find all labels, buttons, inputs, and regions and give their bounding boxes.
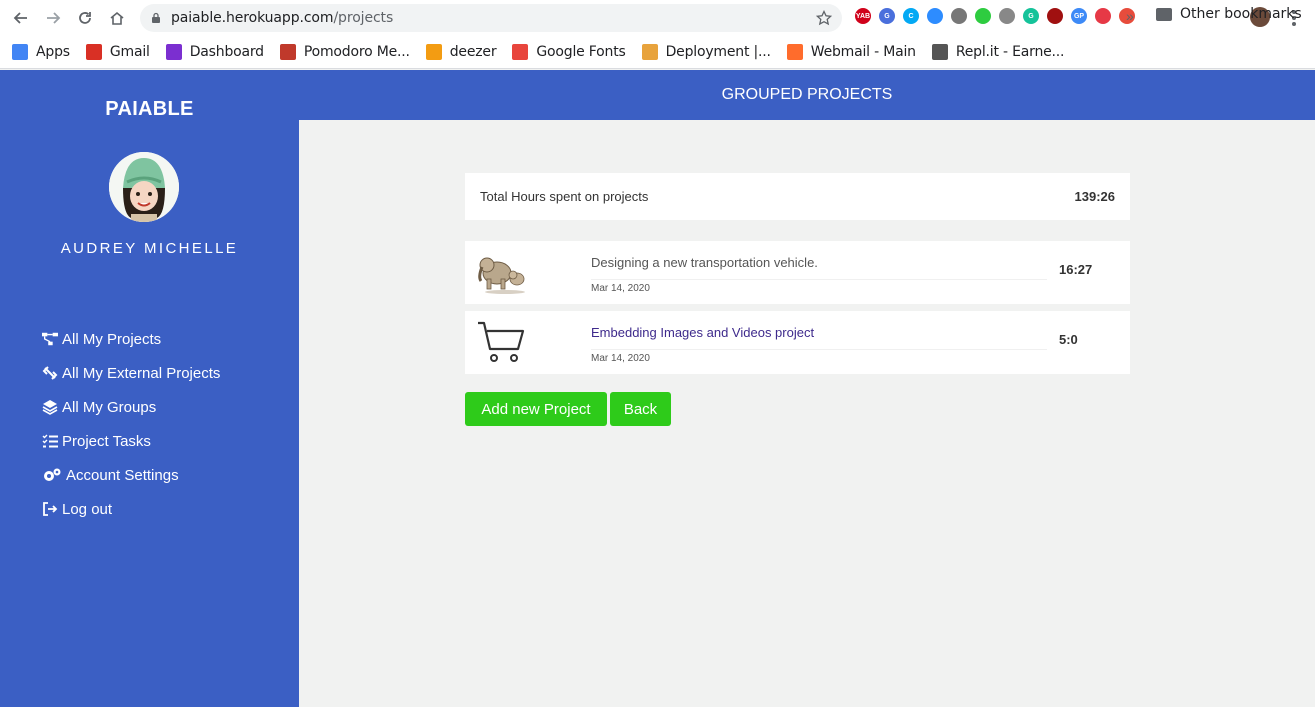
other-bookmarks-label: Other bookmarks (1180, 6, 1302, 22)
sidebar: PAIABLE AUDREY MICHELLE All My Projects … (0, 70, 299, 707)
bookmark-gmail[interactable]: Gmail (85, 44, 150, 60)
project-title[interactable]: Designing a new transportation vehicle. (591, 255, 818, 270)
bookmark-label: Pomodoro Me... (303, 44, 410, 60)
sidebar-item-account-settings[interactable]: Account Settings (42, 458, 220, 492)
replit-icon (931, 44, 948, 60)
elephant-image (475, 247, 531, 297)
bookmark-webmail-main[interactable]: Webmail - Main (786, 44, 916, 60)
project-card[interactable]: Embedding Images and Videos project Mar … (465, 311, 1130, 374)
sidebar-item-label: Log out (62, 500, 113, 518)
bookmark-google-fonts[interactable]: Google Fonts (512, 44, 626, 60)
bookmark-star-icon[interactable] (816, 10, 832, 26)
bookmark-label: Google Fonts (536, 44, 626, 60)
bookmark-label: Webmail - Main (810, 44, 916, 60)
other-bookmarks[interactable]: Other bookmarks (1156, 6, 1302, 22)
gmail-icon (85, 44, 102, 60)
lock-icon (152, 12, 160, 23)
project-title[interactable]: Embedding Images and Videos project (591, 325, 814, 340)
project-date: Mar 14, 2020 (591, 353, 650, 364)
back-arrow-icon[interactable] (5, 0, 37, 36)
bookmark-apps[interactable]: Apps (12, 44, 70, 60)
gp-ext-icon[interactable]: GP (1071, 8, 1087, 24)
yab-ext-icon[interactable]: YAB (855, 8, 871, 24)
bookmark-label: Deployment |... (665, 44, 771, 60)
sign-out-icon (42, 501, 58, 517)
lastpass-ext-icon[interactable] (1095, 8, 1111, 24)
bookmarks-more-chevron[interactable]: » (1126, 8, 1134, 24)
sidebar-item-label: All My Groups (62, 398, 157, 416)
tasks-list-icon (42, 433, 58, 449)
bookmark-label: Repl.it - Earne... (955, 44, 1065, 60)
extension-icons: YAB G C G GP (855, 8, 1135, 24)
user-avatar (109, 152, 179, 222)
sitemap-icon (42, 331, 58, 347)
bookmark-repl-it-earne[interactable]: Repl.it - Earne... (931, 44, 1065, 60)
sidebar-item-project-tasks[interactable]: Project Tasks (42, 424, 220, 458)
translate-ext-icon[interactable]: G (879, 8, 895, 24)
bookmark-label: Dashboard (189, 44, 264, 60)
dashboard-icon (165, 44, 182, 60)
total-hours-value: 139:26 (1074, 189, 1115, 204)
bookmark-pomodoro-me[interactable]: Pomodoro Me... (279, 44, 410, 60)
folder-icon (1156, 7, 1172, 21)
cart-icon (475, 317, 531, 367)
apps-grid-icon (12, 44, 28, 60)
project-hours: 5:0 (1059, 332, 1078, 347)
browser-toolbar: paiable.herokuapp.com/projects YAB G C G GP (0, 0, 1315, 36)
page-header: GROUPED PROJECTS (299, 70, 1315, 120)
project-hours: 16:27 (1059, 262, 1093, 277)
sidebar-item-all-my-external-projects[interactable]: All My External Projects (42, 356, 220, 390)
gears-icon (42, 467, 62, 483)
project-card[interactable]: Designing a new transportation vehicle. … (465, 241, 1130, 304)
brand-logo[interactable]: PAIABLE (0, 98, 299, 121)
pomodoro-icon (279, 44, 296, 60)
bookmark-label: Gmail (109, 44, 150, 60)
url-text: paiable.herokuapp.com/projects (171, 10, 394, 26)
sidebar-item-label: All My External Projects (62, 364, 221, 382)
audio-ext-icon[interactable] (1047, 8, 1063, 24)
address-bar[interactable]: paiable.herokuapp.com/projects (140, 4, 842, 32)
deployment-icon (641, 44, 658, 60)
bookmarks-bar: Apps Gmail Dashboard Pomodoro Me... deezer Go… (0, 36, 1315, 69)
sidebar-item-all-my-groups[interactable]: All My Groups (42, 390, 220, 424)
bookmark-deployment[interactable]: Deployment |... (641, 44, 771, 60)
main-content: Total Hours spent on projects 139:26 Des… (299, 120, 1315, 707)
bookmark-dashboard[interactable]: Dashboard (165, 44, 264, 60)
grammarly-ext-icon[interactable]: G (1023, 8, 1039, 24)
forward-arrow-icon[interactable] (37, 0, 69, 36)
unlink-icon (42, 365, 58, 381)
clockify-ext-icon[interactable]: C (903, 8, 919, 24)
zoom-ext-icon[interactable] (927, 8, 943, 24)
bookmark-deezer[interactable]: deezer (425, 44, 497, 60)
google-fonts-icon (512, 44, 529, 60)
sidebar-item-log-out[interactable]: Log out (42, 492, 220, 526)
user-name: AUDREY MICHELLE (60, 240, 239, 257)
sidebar-item-all-my-projects[interactable]: All My Projects (42, 322, 220, 356)
home-icon[interactable] (101, 0, 133, 36)
tomato-ext-icon[interactable] (999, 8, 1015, 24)
divider (591, 279, 1047, 280)
add-new-project-button[interactable]: Add new Project (465, 392, 607, 426)
project-date: Mar 14, 2020 (591, 283, 650, 294)
bookmark-label: Apps (36, 44, 70, 60)
sidebar-item-label: All My Projects (62, 330, 162, 348)
sidebar-nav: All My Projects All My External Projects… (42, 322, 220, 526)
sidebar-item-label: Project Tasks (62, 432, 151, 450)
total-hours-card: Total Hours spent on projects 139:26 (465, 173, 1130, 220)
sidebar-item-label: Account Settings (66, 466, 179, 484)
reload-icon[interactable] (69, 0, 101, 36)
cpanel-icon (786, 44, 803, 60)
divider (591, 349, 1047, 350)
page-title: GROUPED PROJECTS (721, 86, 893, 103)
bookmark-label: deezer (449, 44, 497, 60)
layers-icon (42, 399, 58, 415)
deezer-icon (425, 44, 442, 60)
back-button[interactable]: Back (610, 392, 671, 426)
bug-ext-icon[interactable] (951, 8, 967, 24)
total-hours-label: Total Hours spent on projects (480, 189, 649, 204)
shield-ext-icon[interactable] (975, 8, 991, 24)
